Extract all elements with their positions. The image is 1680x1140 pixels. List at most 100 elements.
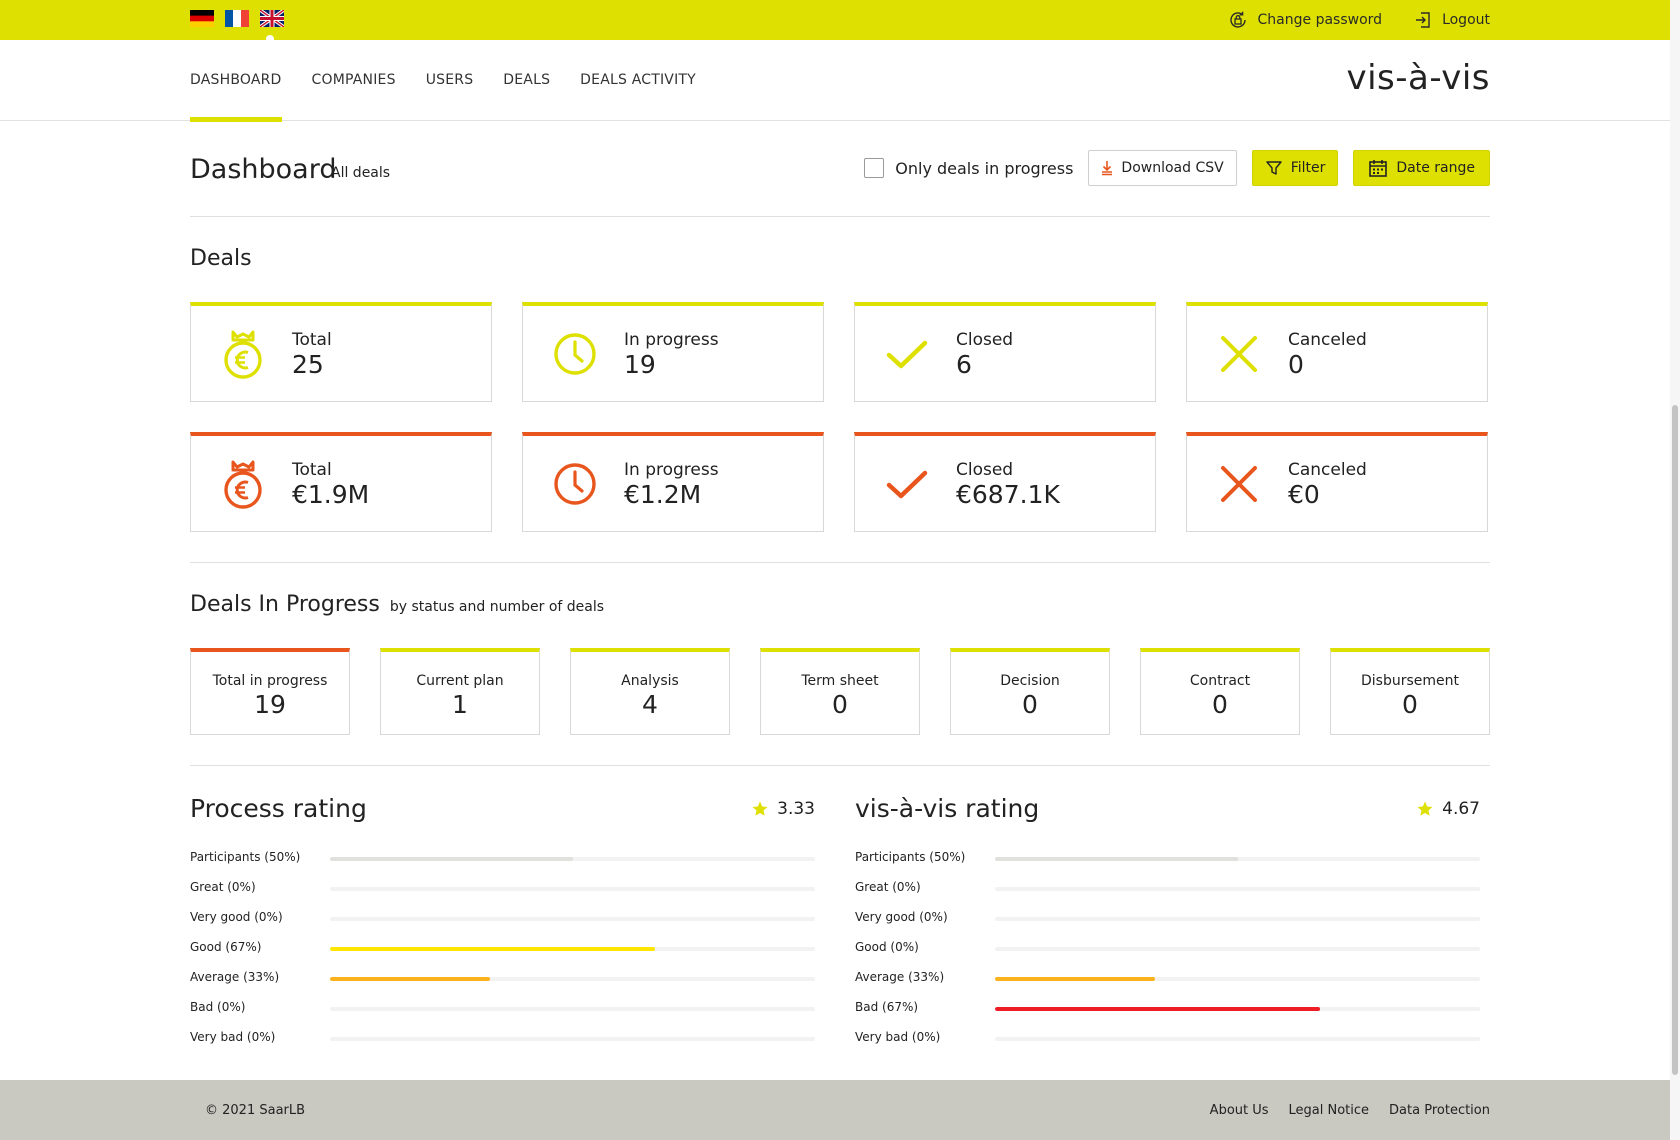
- rating-row: Average (33%): [190, 968, 825, 988]
- copyright: © 2021 SaarLB: [205, 1103, 306, 1118]
- process-rating-panel: Process rating 3.33 Participants (50%) Gr…: [190, 790, 825, 1050]
- rating-bar-track: [330, 977, 815, 981]
- rating-bar-track: [995, 857, 1480, 861]
- deals-in-progress-amount-card: In progress €1.2M: [522, 432, 824, 532]
- flag-fr-icon[interactable]: [225, 10, 249, 27]
- card-label: In progress: [624, 460, 719, 480]
- deals-total-amount-card: Total €1.9M: [190, 432, 492, 532]
- rating-row-label: Average (33%): [190, 970, 280, 984]
- top-bar: Change password Logout: [0, 0, 1680, 43]
- divider: [190, 765, 1490, 766]
- visavis-rating-score: 4.67: [1416, 799, 1480, 819]
- card-label: Total: [292, 460, 332, 480]
- in-progress-title: Deals In Progress: [190, 592, 380, 617]
- status-card-term-sheet: Term sheet 0: [760, 648, 920, 735]
- rating-row: Very bad (0%): [190, 1028, 825, 1048]
- date-range-button[interactable]: Date range: [1353, 150, 1490, 186]
- rating-bar-track: [995, 917, 1480, 921]
- rating-row-label: Bad (0%): [190, 1000, 246, 1014]
- card-value: 0: [1288, 350, 1304, 379]
- flag-de-icon[interactable]: [190, 10, 214, 27]
- money-bag-euro-icon: [224, 460, 262, 509]
- main-nav: DASHBOARD COMPANIES USERS DEALS DEALS AC…: [0, 40, 1680, 122]
- status-card-decision: Decision 0: [950, 648, 1110, 735]
- rating-row-label: Great (0%): [855, 880, 921, 894]
- brand-logo[interactable]: vis-à-vis: [1346, 58, 1490, 98]
- rating-row: Great (0%): [855, 878, 1490, 898]
- deals-canceled-amount-card: Canceled €0: [1186, 432, 1488, 532]
- visavis-rating-panel: vis-à-vis rating 4.67 Participants (50%)…: [855, 790, 1490, 1050]
- deal-amount-cards: Total €1.9M In progress €1.2M Closed €68…: [190, 432, 1490, 532]
- footer-link-data-protection[interactable]: Data Protection: [1389, 1103, 1490, 1118]
- only-in-progress-checkbox[interactable]: Only deals in progress: [864, 158, 1073, 178]
- card-value: €1.9M: [292, 480, 370, 509]
- logout-icon: [1416, 12, 1430, 28]
- status-card-disbursement: Disbursement 0: [1330, 648, 1490, 735]
- deals-closed-count-card: Closed 6: [854, 302, 1156, 402]
- rating-bar-track: [995, 887, 1480, 891]
- scrollbar-thumb[interactable]: [1672, 405, 1678, 1075]
- footer-link-about-us[interactable]: About Us: [1210, 1103, 1269, 1118]
- deals-canceled-count-card: Canceled 0: [1186, 302, 1488, 402]
- rating-row-label: Good (67%): [190, 940, 262, 954]
- card-label: Closed: [956, 460, 1014, 480]
- filter-button[interactable]: Filter: [1251, 150, 1339, 186]
- rating-bar-fill: [995, 977, 1156, 981]
- process-rating-title: Process rating: [190, 794, 367, 823]
- download-csv-label: Download CSV: [1121, 160, 1224, 176]
- cross-icon: [1221, 466, 1257, 502]
- rating-row-label: Very bad (0%): [855, 1030, 941, 1044]
- card-value: €1.2M: [624, 480, 702, 509]
- card-value: 6: [956, 350, 972, 379]
- status-label: Total in progress: [212, 673, 328, 689]
- card-label: Closed: [956, 330, 1014, 350]
- in-progress-subtitle: by status and number of deals: [389, 599, 605, 615]
- nav-item-deals-activity[interactable]: DEALS ACTIVITY: [580, 40, 696, 121]
- page-title: Dashboard: [190, 154, 337, 185]
- deals-total-count-card: Total 25: [190, 302, 492, 402]
- rating-bar-fill: [330, 857, 573, 861]
- language-switcher: [190, 10, 284, 27]
- status-value: 0: [1022, 690, 1038, 719]
- rating-bar-track: [330, 947, 815, 951]
- status-label: Current plan: [416, 673, 504, 689]
- calendar-icon: [1369, 160, 1388, 177]
- status-card-current-plan: Current plan 1: [380, 648, 540, 735]
- in-progress-section-title: Deals In Progress by status and number of…: [190, 592, 604, 617]
- download-csv-button[interactable]: Download CSV: [1088, 150, 1237, 186]
- change-password-link[interactable]: Change password: [1228, 9, 1383, 31]
- rating-row: Very good (0%): [190, 908, 825, 928]
- nav-item-companies[interactable]: COMPANIES: [312, 40, 396, 121]
- rating-bar-track: [330, 1037, 815, 1041]
- rating-bar-track: [330, 857, 815, 861]
- nav-item-dashboard[interactable]: DASHBOARD: [190, 40, 282, 122]
- visavis-rating-value: 4.67: [1442, 799, 1480, 819]
- star-icon: [1417, 801, 1433, 816]
- rating-row: Participants (50%): [855, 848, 1490, 868]
- dashboard-header: Dashboard All deals Only deals in progre…: [190, 150, 1490, 216]
- rating-row-label: Very good (0%): [855, 910, 948, 924]
- flag-uk-icon[interactable]: [260, 10, 284, 27]
- rating-row: Average (33%): [855, 968, 1490, 988]
- rating-row: Good (0%): [855, 938, 1490, 958]
- logout-link[interactable]: Logout: [1414, 9, 1490, 31]
- rating-bar-fill: [995, 857, 1238, 861]
- rating-row: Good (67%): [190, 938, 825, 958]
- nav-item-users[interactable]: USERS: [426, 40, 474, 121]
- rating-row-label: Participants (50%): [855, 850, 966, 864]
- rating-row-label: Good (0%): [855, 940, 919, 954]
- status-cards: Total in progress 19 Current plan 1 Anal…: [190, 648, 1490, 735]
- visavis-rating-title: vis-à-vis rating: [855, 794, 1040, 823]
- page-scrollbar[interactable]: [1670, 0, 1680, 1140]
- rating-row-label: Average (33%): [855, 970, 945, 984]
- checkbox-box[interactable]: [864, 158, 885, 178]
- rating-row-label: Participants (50%): [190, 850, 301, 864]
- nav-item-deals[interactable]: DEALS: [503, 40, 550, 121]
- change-password-label: Change password: [1257, 12, 1383, 28]
- rating-row: Participants (50%): [190, 848, 825, 868]
- footer-link-legal-notice[interactable]: Legal Notice: [1289, 1103, 1370, 1118]
- process-rating-score: 3.33: [751, 799, 815, 819]
- rating-bar-fill: [330, 977, 491, 981]
- star-icon: [752, 801, 768, 816]
- card-label: In progress: [624, 330, 719, 350]
